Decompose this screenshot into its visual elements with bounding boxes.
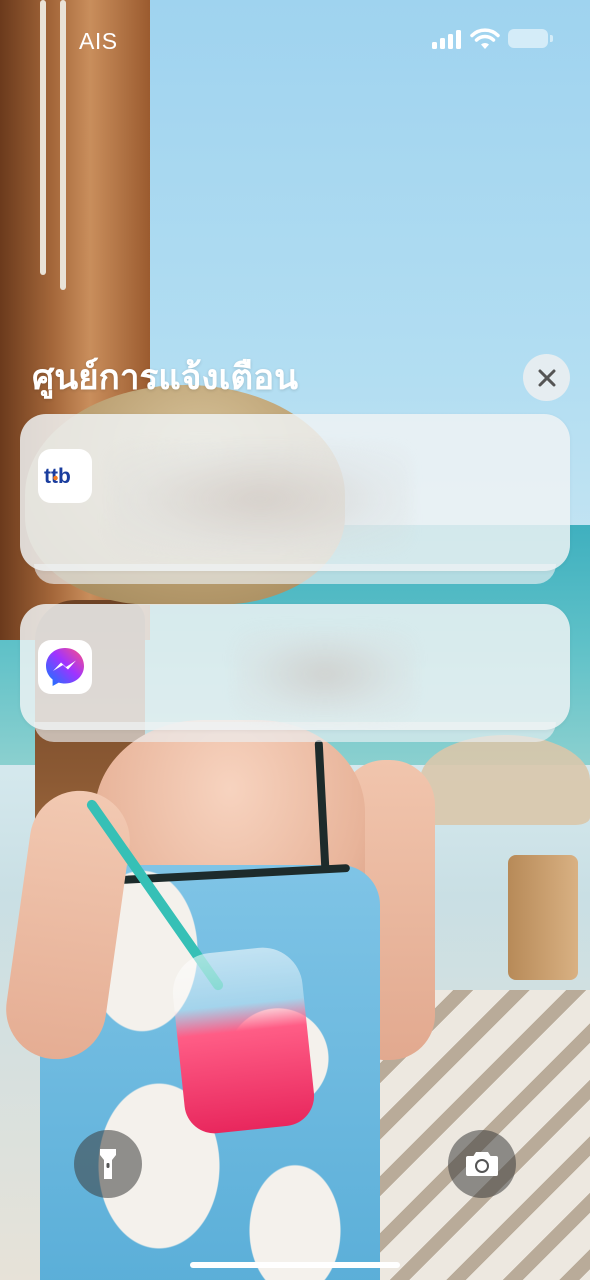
- ttb-app-icon: ttb: [38, 449, 92, 503]
- notification-content-blurred: [110, 444, 410, 554]
- wallpaper-stump: [508, 855, 578, 980]
- notification-content-blurred: [235, 629, 415, 719]
- messenger-icon: [46, 648, 84, 686]
- close-icon: [538, 369, 555, 386]
- flashlight-button[interactable]: [74, 1130, 142, 1198]
- status-bar: AIS: [0, 0, 590, 80]
- wallpaper-drink-cup: [168, 943, 318, 1137]
- wallpaper-umbrella: [420, 735, 590, 825]
- messenger-app-icon: [38, 640, 92, 694]
- notification-stack-ttb[interactable]: ttb: [20, 414, 570, 584]
- svg-text:ttb: ttb: [44, 465, 71, 488]
- clear-notifications-button[interactable]: [523, 354, 570, 401]
- camera-icon: [466, 1152, 498, 1176]
- notification-stack-messenger[interactable]: [20, 604, 570, 742]
- notification-center-title: ศูนย์การแจ้งเตือน: [32, 358, 299, 397]
- flashlight-icon: [100, 1149, 116, 1179]
- cellular-signal-icon: [432, 29, 464, 49]
- carrier-name: AIS: [79, 28, 118, 54]
- battery-icon: [508, 29, 553, 48]
- home-indicator[interactable]: [190, 1262, 400, 1268]
- wifi-icon: [470, 28, 500, 49]
- notification-card-ttb[interactable]: ttb: [20, 414, 570, 571]
- ttb-logo: ttb: [44, 465, 71, 488]
- notification-card-messenger[interactable]: [20, 604, 570, 730]
- camera-button[interactable]: [448, 1130, 516, 1198]
